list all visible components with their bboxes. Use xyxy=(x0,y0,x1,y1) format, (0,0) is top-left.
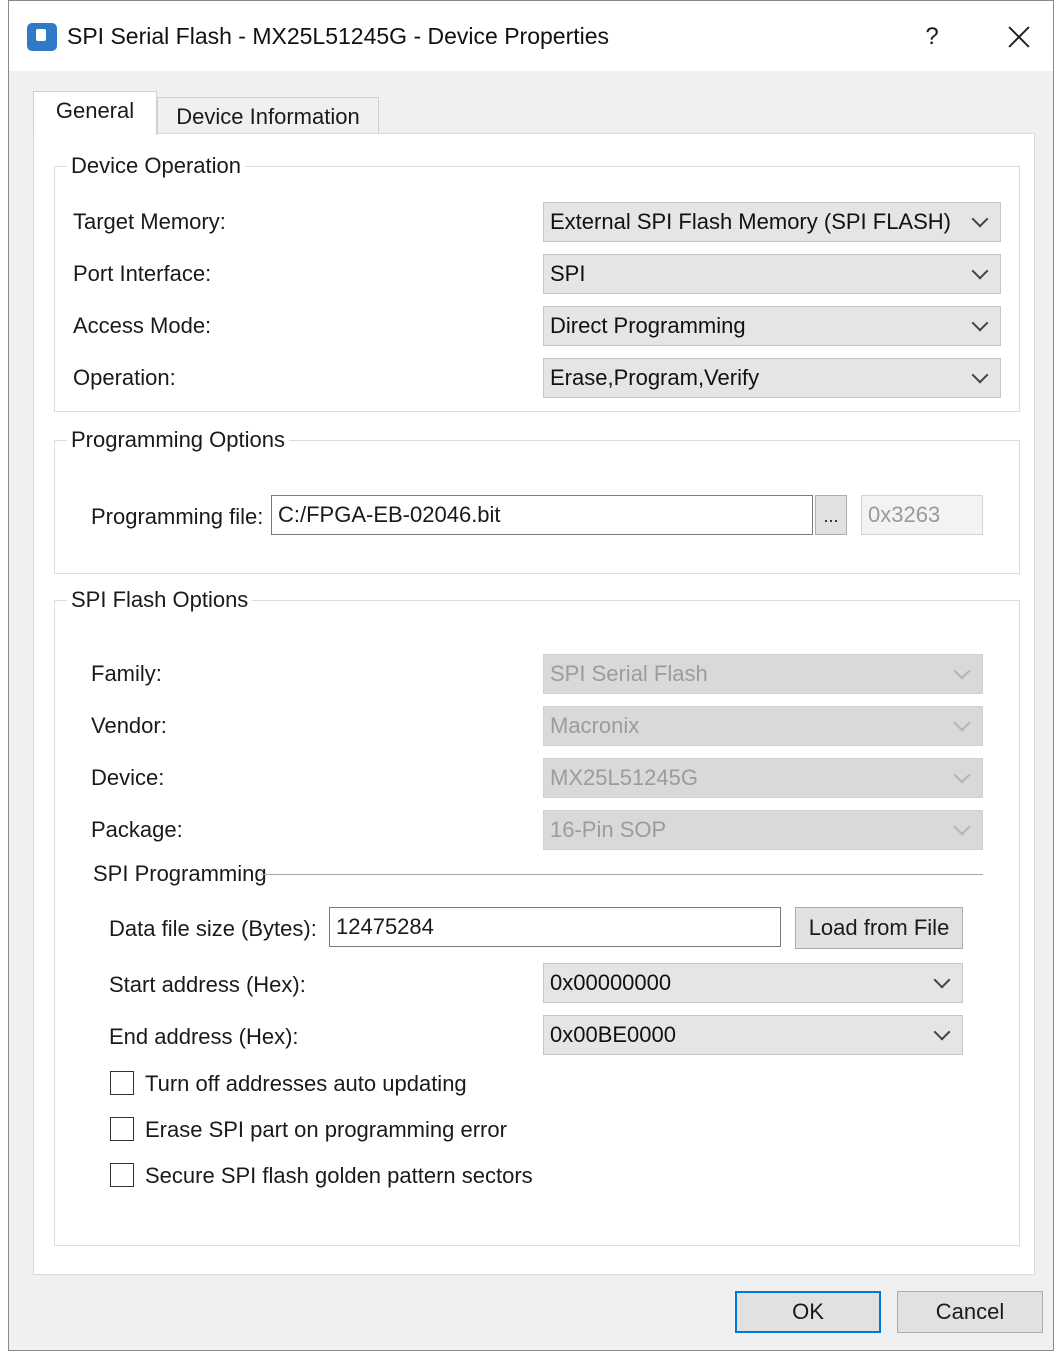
vendor-select: Macronix xyxy=(543,706,983,746)
load-from-file-button[interactable]: Load from File xyxy=(795,907,963,949)
operation-value: Erase,Program,Verify xyxy=(550,365,760,390)
chevron-down-icon xyxy=(953,662,971,680)
package-label: Package: xyxy=(91,817,183,842)
device-properties-dialog: SPI Serial Flash - MX25L51245G - Device … xyxy=(8,0,1054,1351)
auto-update-checkbox[interactable] xyxy=(110,1071,134,1095)
title-bar: SPI Serial Flash - MX25L51245G - Device … xyxy=(9,1,1053,71)
chevron-down-icon xyxy=(953,766,971,784)
vendor-value: Macronix xyxy=(550,713,640,738)
data-file-size-label: Data file size (Bytes): xyxy=(109,916,317,941)
chevron-down-icon xyxy=(953,714,971,732)
erase-on-error-label: Erase SPI part on programming error xyxy=(145,1117,507,1142)
end-address-label: End address (Hex): xyxy=(109,1024,299,1049)
chevron-down-icon xyxy=(971,366,989,384)
data-file-size-input[interactable]: 12475284 xyxy=(329,907,781,947)
tab-device-information[interactable]: Device Information xyxy=(157,97,379,137)
port-interface-label: Port Interface: xyxy=(73,261,212,286)
erase-on-error-checkbox[interactable] xyxy=(110,1117,134,1141)
operation-label: Operation: xyxy=(73,365,176,390)
start-address-select[interactable]: 0x00000000 xyxy=(543,963,963,1003)
spi-programming-title: SPI Programming xyxy=(93,861,267,886)
start-address-value: 0x00000000 xyxy=(550,970,672,995)
access-mode-label: Access Mode: xyxy=(73,313,212,338)
browse-button[interactable]: ... xyxy=(815,495,847,535)
spi-flash-options-group: SPI Flash Options Family: SPI Serial Fla… xyxy=(54,587,1020,1246)
checksum-field: 0x3263 xyxy=(861,495,983,535)
access-mode-value: Direct Programming xyxy=(550,313,746,338)
auto-update-label: Turn off addresses auto updating xyxy=(145,1071,467,1096)
target-memory-select[interactable]: External SPI Flash Memory (SPI FLASH) xyxy=(543,202,1001,242)
chevron-down-icon xyxy=(971,210,989,228)
family-value: SPI Serial Flash xyxy=(550,661,708,686)
programming-options-group: Programming Options Programming file: C:… xyxy=(54,427,1020,574)
end-address-select[interactable]: 0x00BE0000 xyxy=(543,1015,963,1055)
device-value: MX25L51245G xyxy=(550,765,698,790)
tab-general[interactable]: General xyxy=(33,91,157,135)
chevron-down-icon xyxy=(971,314,989,332)
general-tab-panel: Device Operation Target Memory: External… xyxy=(33,133,1035,1275)
programming-file-value: C:/FPGA-EB-02046.bit xyxy=(278,502,501,527)
window-title: SPI Serial Flash - MX25L51245G - Device … xyxy=(67,23,610,49)
target-memory-value: External SPI Flash Memory (SPI FLASH) xyxy=(550,209,951,234)
chevron-down-icon xyxy=(953,818,971,836)
golden-pattern-checkbox[interactable] xyxy=(110,1163,134,1187)
port-interface-value: SPI xyxy=(550,261,586,286)
start-address-label: Start address (Hex): xyxy=(109,972,306,997)
package-select: 16-Pin SOP xyxy=(543,810,983,850)
spi-flash-options-title: SPI Flash Options xyxy=(67,587,253,613)
device-operation-group: Device Operation Target Memory: External… xyxy=(54,153,1020,412)
checksum-value: 0x3263 xyxy=(868,502,941,527)
vendor-label: Vendor: xyxy=(91,713,167,738)
device-operation-title: Device Operation xyxy=(67,153,245,179)
chevron-down-icon xyxy=(933,1023,951,1041)
cancel-button[interactable]: Cancel xyxy=(897,1291,1043,1333)
target-memory-label: Target Memory: xyxy=(73,209,226,234)
chevron-down-icon xyxy=(933,971,951,989)
golden-pattern-label: Secure SPI flash golden pattern sectors xyxy=(145,1163,533,1188)
device-select: MX25L51245G xyxy=(543,758,983,798)
operation-select[interactable]: Erase,Program,Verify xyxy=(543,358,1001,398)
data-file-size-value: 12475284 xyxy=(336,914,434,939)
package-value: 16-Pin SOP xyxy=(550,817,667,842)
section-divider xyxy=(261,874,983,875)
programming-file-label: Programming file: xyxy=(91,504,264,529)
device-icon xyxy=(27,23,57,51)
close-icon[interactable] xyxy=(999,17,1039,57)
port-interface-select[interactable]: SPI xyxy=(543,254,1001,294)
family-label: Family: xyxy=(91,661,162,686)
end-address-value: 0x00BE0000 xyxy=(550,1022,676,1047)
device-label: Device: xyxy=(91,765,165,790)
access-mode-select[interactable]: Direct Programming xyxy=(543,306,1001,346)
programming-file-input[interactable]: C:/FPGA-EB-02046.bit xyxy=(271,495,813,535)
ok-button[interactable]: OK xyxy=(735,1291,881,1333)
programming-options-title: Programming Options xyxy=(67,427,289,453)
help-button[interactable]: ? xyxy=(917,19,947,55)
chevron-down-icon xyxy=(971,262,989,280)
family-select: SPI Serial Flash xyxy=(543,654,983,694)
